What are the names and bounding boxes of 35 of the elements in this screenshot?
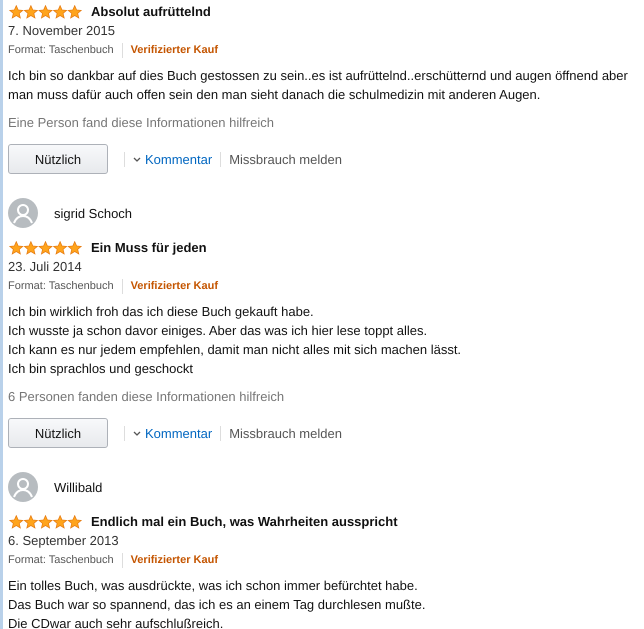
report-abuse-link[interactable]: Missbrauch melden [229,424,342,442]
author-name: Willibald [54,478,102,496]
review-text: Ich bin so dankbar auf dies Buch gestossen zu sein..es ist aufrüttelnd..erschütternd und augen öffnend aber [8,67,629,85]
format-label: Format: Taschenbuch [8,43,114,58]
comment-link[interactable]: Kommentar [133,424,212,442]
review-title: Endlich mal ein Buch, was Wahrheiten ausspricht [91,513,398,531]
review-text: man muss dafür auch offen sein den man sieht danach die schulmedizin mit anderen Augen. [8,86,542,104]
format-label: Format: Taschenbuch [8,553,114,568]
avatar-icon [8,472,38,502]
review-text: Ich kann es nur jedem empfehlen, damit man nicht alles mit sich machen lässt. [8,341,462,359]
helpful-button[interactable]: Nützlich [8,418,108,448]
review-text: Ich bin wirklich froh das ich diese Buch gekauft habe. [8,303,315,321]
caret-icon [133,157,141,164]
author-name: sigrid Schoch [54,204,132,222]
review-date: 7. November 2015 [8,22,116,40]
review-text: Ein tolles Buch, was ausdrückte, was ich schon immer befürchtet habe. [8,577,419,595]
review-text: Das Buch war so spannend, das ich es an einem Tag durchlesen mußte. [8,596,426,614]
review-title: Ein Muss für jeden [91,239,207,257]
verified-purchase-label: Verifizierter Kauf [130,553,218,568]
review-title: Absolut aufrüttelnd [91,3,211,21]
comment-link[interactable]: Kommentar [133,150,212,168]
review-text: Ich bin sprachlos und geschockt [8,360,194,378]
helpful-count: 6 Personen fanden diese Informationen hilfreich [8,388,286,406]
verified-purchase-label: Verifizierter Kauf [130,43,218,58]
review-date: 23. Juli 2014 [8,258,83,276]
verified-purchase-label: Verifizierter Kauf [130,279,218,294]
format-label: Format: Taschenbuch [8,279,114,294]
report-abuse-link[interactable]: Missbrauch melden [229,150,342,168]
review-date: 6. September 2013 [8,532,120,550]
review-text: Die CDwar auch sehr aufschlußreich. [8,615,224,629]
review-text: Ich wusste ja schon davor einiges. Aber das was ich hier lese toppt alles. [8,322,428,340]
caret-icon [133,431,141,438]
helpful-count: Eine Person fand diese Informationen hilfreich [8,114,275,132]
avatar-icon [8,198,38,228]
helpful-button[interactable]: Nützlich [8,144,108,174]
